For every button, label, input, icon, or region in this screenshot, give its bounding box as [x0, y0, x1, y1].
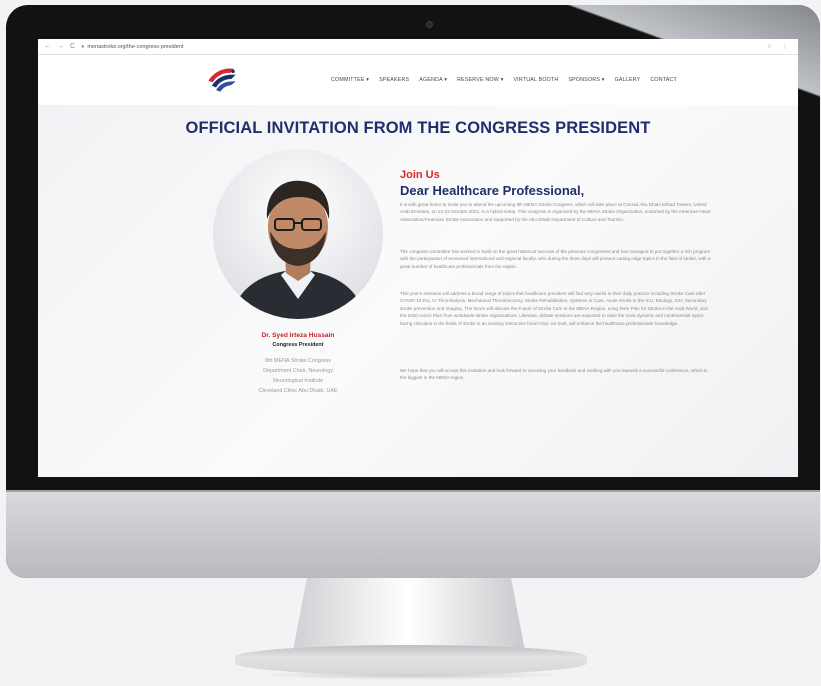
- invitation-paragraph: We hope that you will accept this invita…: [400, 368, 708, 381]
- menu-item-virtual-booth[interactable]: VIRTUAL BOOTH: [513, 77, 558, 83]
- camera-dot: [426, 21, 433, 28]
- greeting-heading: Dear Healthcare Professional,: [400, 183, 585, 198]
- president-detail: Neurological Institute: [272, 378, 324, 384]
- invitation-paragraph: It is with great honor to invite you to …: [400, 202, 711, 222]
- site-header: COMMITTEE ▾ SPEAKERS AGENDA ▾ RESERVE NO…: [38, 55, 798, 105]
- monitor-frame: ← → C ● menastroke.org/the-congress-presi…: [6, 5, 820, 578]
- chin-divider: [6, 490, 820, 492]
- invitation-paragraph: The congress committee has worked to bui…: [400, 249, 711, 269]
- lock-icon: ●: [81, 43, 85, 50]
- reload-icon[interactable]: C: [70, 43, 75, 50]
- menu-item-contact[interactable]: CONTACT: [650, 77, 677, 83]
- invitation-paragraph: This year's sessions will address a broa…: [400, 291, 708, 326]
- address-text: menastroke.org/the-congress-president: [87, 43, 184, 50]
- browser-toolbar: ← → C ● menastroke.org/the-congress-presi…: [38, 39, 798, 55]
- page-title: OFFICIAL INVITATION FROM THE CONGRESS PR…: [185, 119, 651, 137]
- president-detail: 8th MENA Stroke Congress: [265, 358, 331, 364]
- menu-item-speakers[interactable]: SPEAKERS: [379, 77, 409, 83]
- back-icon[interactable]: ←: [44, 43, 51, 50]
- menu-item-sponsors[interactable]: SPONSORS ▾: [568, 77, 604, 83]
- president-detail: Cleveland Clinic Abu Dhabi, UAE: [258, 388, 338, 394]
- monitor-stand-neck: [293, 578, 525, 651]
- monitor-stand-base: [235, 645, 587, 675]
- menu-item-gallery[interactable]: GALLERY: [615, 77, 641, 83]
- menu-item-agenda[interactable]: AGENDA ▾: [419, 77, 447, 83]
- main-menu: COMMITTEE ▾ SPEAKERS AGENDA ▾ RESERVE NO…: [331, 77, 677, 83]
- browser-menu-icons[interactable]: ☆ ⋮: [767, 43, 792, 50]
- president-role: Congress President: [272, 342, 324, 348]
- address-bar[interactable]: ● menastroke.org/the-congress-president: [81, 44, 761, 50]
- site-logo-icon[interactable]: [205, 63, 239, 95]
- join-us-heading: Join Us: [400, 169, 440, 181]
- browser-screen: ← → C ● menastroke.org/the-congress-presi…: [38, 39, 798, 477]
- president-detail: Department Chair, Neurology: [263, 368, 333, 374]
- page-content: OFFICIAL INVITATION FROM THE CONGRESS PR…: [38, 105, 798, 477]
- monitor-chin: [6, 490, 820, 578]
- forward-icon[interactable]: →: [57, 43, 64, 50]
- president-name: Dr. Syed Irteza Hussain: [261, 332, 335, 339]
- president-photo: [213, 149, 383, 319]
- menu-item-committee[interactable]: COMMITTEE ▾: [331, 77, 369, 83]
- menu-item-reserve-now[interactable]: RESERVE NOW ▾: [457, 77, 503, 83]
